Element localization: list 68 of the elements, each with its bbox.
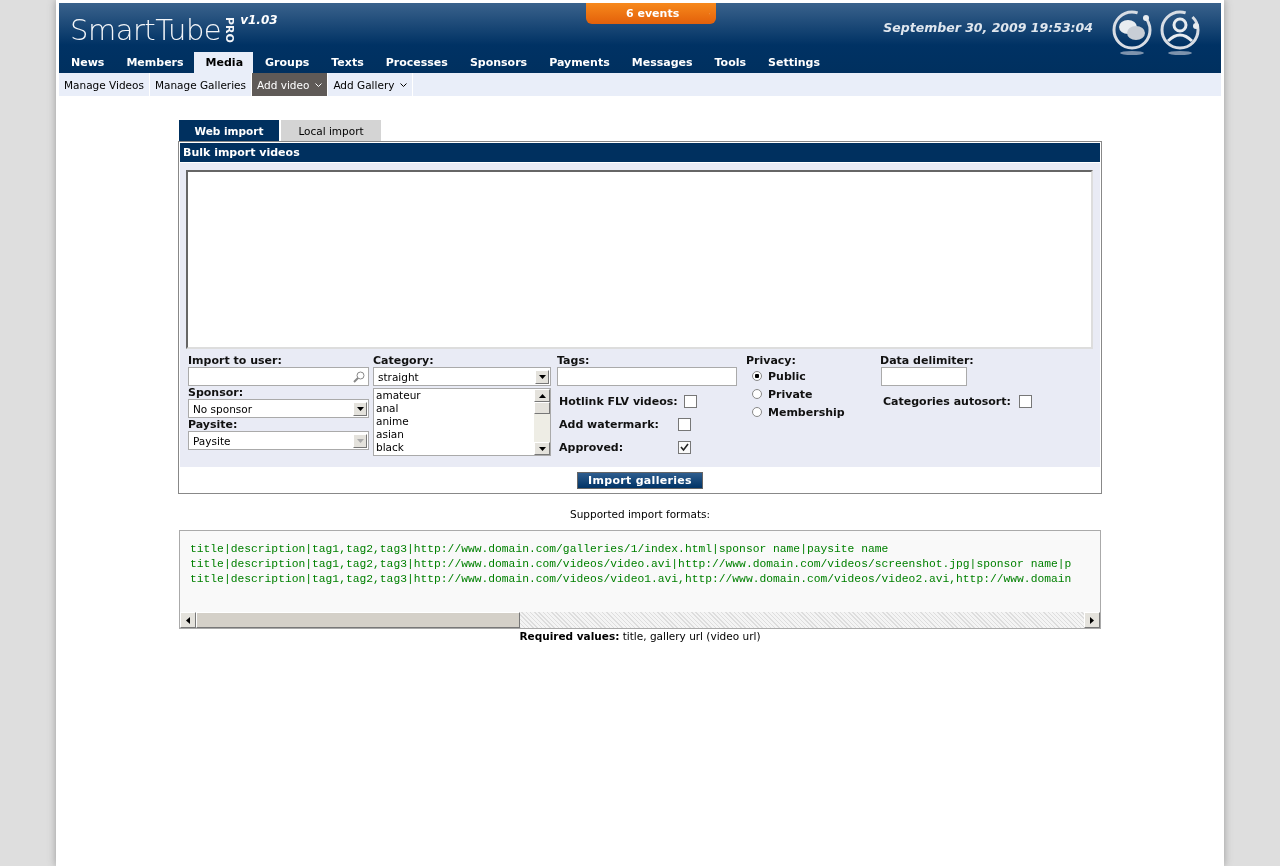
logo-suffix-text: PRO <box>223 17 237 43</box>
radio-button[interactable] <box>752 407 762 417</box>
checkbox[interactable] <box>678 441 691 454</box>
category-option[interactable]: amateur <box>376 389 534 402</box>
field-label: Import to user: <box>188 354 283 367</box>
import-tab[interactable]: Web import <box>179 120 279 141</box>
radio-button[interactable] <box>752 371 762 381</box>
required-values-note: Required values: title, gallery url (video url) <box>518 630 762 642</box>
checkbox-label: Approved: <box>559 441 625 454</box>
version-label: v1.03 <box>240 13 278 27</box>
checkbox[interactable] <box>683 395 697 408</box>
category-option[interactable]: asian <box>376 428 534 441</box>
field-label: Sponsor: <box>188 386 245 399</box>
scroll-thumb[interactable] <box>196 612 520 628</box>
nav-tab[interactable]: News <box>59 52 115 73</box>
radio-button[interactable] <box>752 389 762 399</box>
checkbox-label: Hotlink FLV videos: <box>559 395 678 408</box>
field-label: Tags: <box>557 354 591 367</box>
field-label: Category: <box>373 354 435 367</box>
vertical-scrollbar[interactable] <box>534 389 550 455</box>
delimiter-field[interactable] <box>881 367 967 386</box>
nav-tab[interactable]: Members <box>114 52 194 73</box>
radio-label: Public <box>768 369 806 383</box>
scroll-down-icon <box>534 442 550 455</box>
category-option[interactable]: black <box>376 441 534 454</box>
checkbox[interactable] <box>1018 395 1032 408</box>
tags-field[interactable] <box>557 367 737 386</box>
import-button[interactable]: Import galleries <box>577 471 703 489</box>
user-search-field[interactable] <box>188 367 369 386</box>
formats-title: Supported import formats: <box>569 508 711 520</box>
chat-icon[interactable] <box>1111 8 1153 55</box>
checkbox-label: Add watermark: <box>559 418 660 431</box>
user-search-icon[interactable] <box>1159 8 1201 55</box>
scroll-up-icon <box>534 389 550 402</box>
field-label: Paysite: <box>188 418 239 431</box>
import-tab[interactable]: Local import <box>281 120 381 141</box>
subnav-item[interactable]: Add video <box>252 73 329 96</box>
format-line: title|description|tag1,tag2,tag3|http://www.domain.com/galleries/1/index.html|sponsor name|paysite name <box>190 542 890 557</box>
format-line: title|description|tag1,tag2,tag3|http://www.domain.com/videos/video.avi|http://www.domain.com/videos/screenshot.jpg|sponsor name|p <box>190 557 1073 572</box>
field-label: Data delimiter: <box>880 354 975 367</box>
sponsor-select[interactable]: No sponsor <box>188 399 369 418</box>
checkbox[interactable] <box>678 418 691 431</box>
scroll-thumb[interactable] <box>534 402 550 414</box>
nav-tab[interactable]: Messages <box>619 52 703 73</box>
nav-tab[interactable]: Groups <box>253 52 320 73</box>
nav-tab[interactable]: Processes <box>373 52 458 73</box>
category-listbox[interactable]: amateur anal anime asian black <box>373 388 551 456</box>
nav-tab[interactable]: Texts <box>319 52 374 73</box>
subnav-item[interactable]: Add Gallery <box>328 73 414 96</box>
nav-tab[interactable]: Sponsors <box>457 52 538 73</box>
category-select[interactable]: straight <box>373 367 551 386</box>
field-label: Privacy: <box>746 354 797 367</box>
nav-tab[interactable]: Tools <box>702 52 757 73</box>
radio-label: Membership <box>768 405 845 419</box>
nav-tab[interactable]: Payments <box>537 52 620 73</box>
subnav-item[interactable]: Manage Videos <box>59 73 150 96</box>
panel-title: Bulk import videos <box>180 143 1100 162</box>
category-option[interactable]: anime <box>376 415 534 428</box>
checkbox-label: Categories autosort: <box>883 395 1011 408</box>
category-option[interactable]: anal <box>376 402 534 415</box>
nav-tab[interactable]: Media <box>193 52 254 73</box>
nav-tab[interactable]: Settings <box>756 52 830 73</box>
radio-label: Private <box>768 387 813 401</box>
datetime-label: September 30, 2009 19:53:04 <box>883 20 1093 35</box>
logo-text: SmartTube <box>70 13 222 47</box>
search-icon <box>353 370 365 383</box>
horizontal-scrollbar[interactable] <box>180 612 1100 628</box>
format-line: title|description|tag1,tag2,tag3|http://www.domain.com/videos/video1.avi,http://www.domain.com/videos/video2.avi,http://www.domain <box>190 572 1073 587</box>
